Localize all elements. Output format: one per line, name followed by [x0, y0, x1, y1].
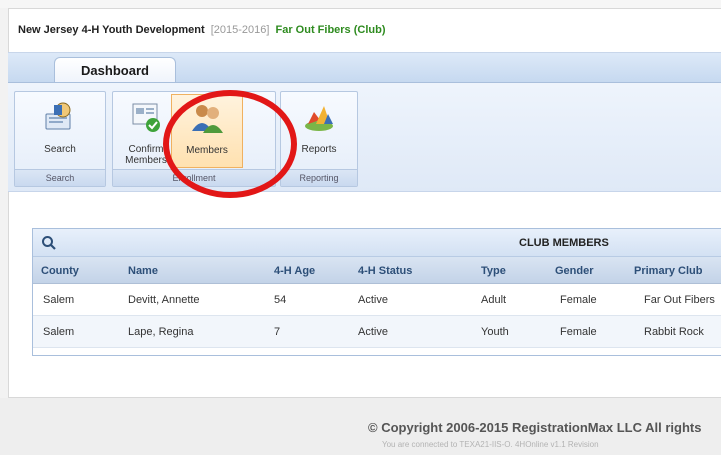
cell-name: Lape, Regina	[128, 326, 194, 338]
confirm-members-button[interactable]: Confirm Members	[117, 94, 175, 168]
ribbon-group-search: Search Search	[14, 91, 106, 187]
cell-type: Youth	[481, 326, 509, 338]
ribbon-group-label: Enrollment	[113, 169, 275, 186]
table-row[interactable]: Salem Lape, Regina 7 Active Youth Female…	[33, 316, 721, 348]
cell-county: Salem	[43, 326, 75, 338]
cell-gender: Female	[560, 294, 597, 306]
col-primary-club[interactable]: Primary Club	[634, 265, 702, 277]
program-year: [2015-2016]	[210, 24, 270, 36]
reports-button[interactable]: Reports	[283, 94, 355, 168]
reports-button-label: Reports	[301, 144, 337, 155]
cell-age: 54	[274, 294, 287, 306]
cell-primary-club: Rabbit Rock	[644, 326, 704, 338]
column-header-row: County Name 4-H Age 4-H Status Type Gend…	[33, 257, 721, 284]
top-band	[0, 0, 721, 8]
col-age[interactable]: 4-H Age	[274, 265, 315, 277]
club-name[interactable]: Far Out Fibers (Club)	[276, 24, 386, 36]
col-county[interactable]: County	[41, 265, 79, 277]
ribbon-group-label: Search	[15, 169, 105, 186]
context-header: New Jersey 4-H Youth Development [2015-2…	[18, 24, 386, 36]
cell-type: Adult	[481, 294, 507, 306]
ribbon-toolbar: Search Search Confirm Members Members En…	[8, 82, 721, 192]
confirm-label-line1: Confirm	[128, 144, 164, 155]
cell-status: Active	[358, 326, 388, 338]
cell-name: Devitt, Annette	[128, 294, 200, 306]
reports-icon	[305, 106, 333, 131]
search-button[interactable]: Search	[17, 94, 103, 168]
cell-county: Salem	[43, 294, 75, 306]
col-status[interactable]: 4-H Status	[358, 265, 412, 277]
org-name: New Jersey 4-H Youth Development	[18, 24, 205, 36]
members-button-label: Members	[186, 145, 228, 156]
confirm-members-label: Confirm Members	[117, 144, 175, 166]
cell-gender: Female	[560, 326, 597, 338]
table-search-icon[interactable]	[41, 235, 57, 251]
search-icon	[45, 102, 71, 130]
cell-primary-club: Far Out Fibers	[644, 294, 715, 306]
ribbon-group-reporting: Reports Reporting	[280, 91, 358, 187]
ribbon-group-label: Reporting	[281, 169, 357, 186]
search-button-label: Search	[44, 144, 76, 155]
table-header-bar: CLUB MEMBERS	[33, 229, 721, 257]
confirm-members-icon	[132, 103, 160, 132]
tab-dashboard[interactable]: Dashboard	[54, 57, 176, 84]
table-title: CLUB MEMBERS	[519, 237, 609, 249]
cell-status: Active	[358, 294, 388, 306]
col-gender[interactable]: Gender	[555, 265, 594, 277]
ribbon-group-enrollment: Confirm Members Members Enrollment	[112, 91, 276, 187]
col-name[interactable]: Name	[128, 265, 158, 277]
connection-info: You are connected to TEXA21-IIS-O. 4HOnl…	[382, 440, 599, 449]
club-members-table: CLUB MEMBERS County Name 4-H Age 4-H Sta…	[32, 228, 721, 356]
cell-age: 7	[274, 326, 281, 338]
col-type[interactable]: Type	[481, 265, 506, 277]
table-row[interactable]: Salem Devitt, Annette 54 Active Adult Fe…	[33, 284, 721, 316]
tab-strip: Dashboard	[8, 52, 721, 84]
confirm-label-line2: Members	[125, 155, 167, 166]
copyright-text: © Copyright 2006-2015 RegistrationMax LL…	[368, 420, 702, 435]
members-icon	[192, 105, 223, 133]
members-button[interactable]: Members	[171, 94, 243, 168]
